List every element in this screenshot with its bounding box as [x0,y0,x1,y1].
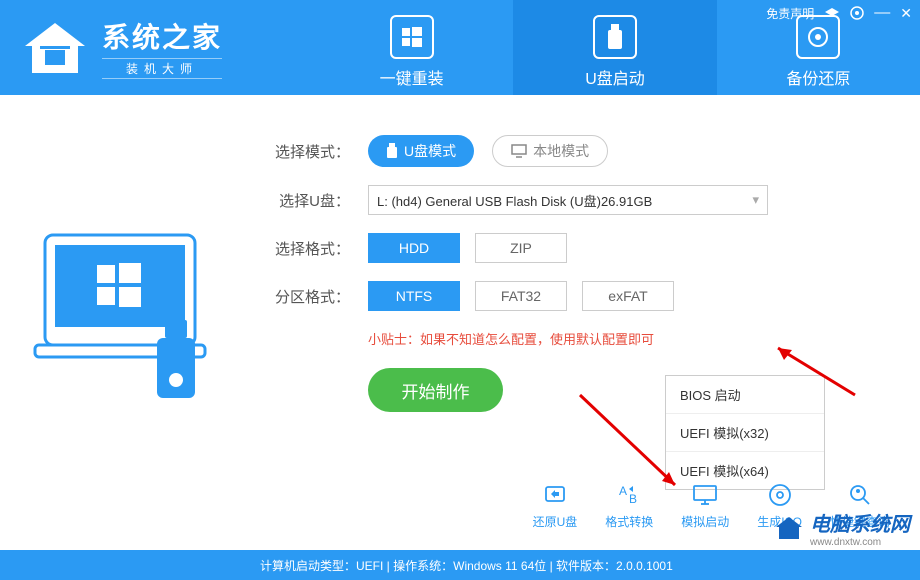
logo-area: 系统之家 装机大师 [0,0,310,95]
mode-label: 选择模式： [260,141,350,162]
disk-label: 选择U盘： [260,190,350,211]
exfat-button[interactable]: exFAT [582,281,674,311]
minimize-button[interactable]: — [874,4,890,22]
tab-label: 备份还原 [786,65,850,89]
restore-usb-icon [541,481,569,509]
hdd-button[interactable]: HDD [368,233,460,263]
monitor-small-icon [511,144,527,158]
tip-text: 小贴士：如果不知道怎么配置，使用默认配置即可 [368,329,870,348]
svg-text:A: A [619,484,627,498]
start-button[interactable]: 开始制作 [368,368,503,412]
usb-mode-button[interactable]: U盘模式 [368,135,474,167]
close-button[interactable]: ✕ [900,5,912,22]
format-label: 选择格式： [260,238,350,259]
disk-select[interactable]: L: (hd4) General USB Flash Disk (U盘)26.9… [368,185,768,215]
convert-icon: AB [615,481,643,509]
house-logo-icon [20,18,90,78]
tab-label: 一键重装 [380,65,444,89]
watermark: 电脑系统网 www.dnxtw.com [774,508,910,548]
gear-icon[interactable] [850,6,864,20]
fat32-button[interactable]: FAT32 [475,281,567,311]
graduation-icon[interactable] [824,6,840,20]
popup-uefi-x32[interactable]: UEFI 模拟(x32) [666,414,824,452]
logo-title: 系统之家 [102,16,222,56]
tab-usb-boot[interactable]: U盘启动 [513,0,716,95]
status-bar: 计算机启动类型：UEFI | 操作系统：Windows 11 64位 | 软件版… [0,550,920,580]
usb-icon [593,15,637,59]
simulate-boot-button[interactable]: 模拟启动 [681,481,729,530]
disclaimer-link[interactable]: 免责声明 [766,5,814,22]
disc-icon [766,481,794,509]
boot-mode-popup: BIOS 启动 UEFI 模拟(x32) UEFI 模拟(x64) [665,375,825,490]
windows-icon [390,15,434,59]
ntfs-button[interactable]: NTFS [368,281,460,311]
usb-small-icon [386,143,398,159]
partition-label: 分区格式： [260,286,350,307]
laptop-usb-illustration [0,95,250,535]
search-person-icon [846,481,874,509]
svg-text:B: B [629,492,637,506]
popup-bios-boot[interactable]: BIOS 启动 [666,376,824,414]
monitor-icon [691,481,719,509]
watermark-icon [774,515,804,541]
zip-button[interactable]: ZIP [475,233,567,263]
format-convert-button[interactable]: AB 格式转换 [605,481,653,530]
tab-reinstall[interactable]: 一键重装 [310,0,513,95]
tab-label: U盘启动 [585,65,645,89]
logo-subtitle: 装机大师 [102,58,222,79]
local-mode-button[interactable]: 本地模式 [492,135,608,167]
restore-usb-button[interactable]: 还原U盘 [533,481,578,530]
